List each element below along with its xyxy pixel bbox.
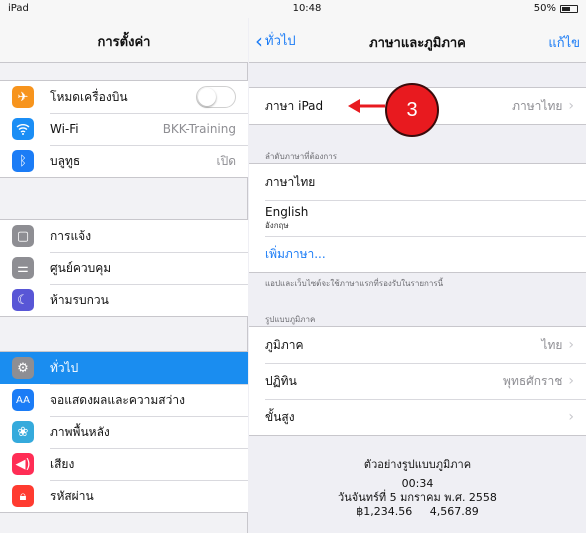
- step-badge: 3: [385, 83, 439, 137]
- ipad-screen: การตั้งค่า ✈ โหมดเครื่องบิน Wi-Fi BKK-Tr…: [0, 0, 586, 533]
- annotation-arrow: [348, 99, 385, 113]
